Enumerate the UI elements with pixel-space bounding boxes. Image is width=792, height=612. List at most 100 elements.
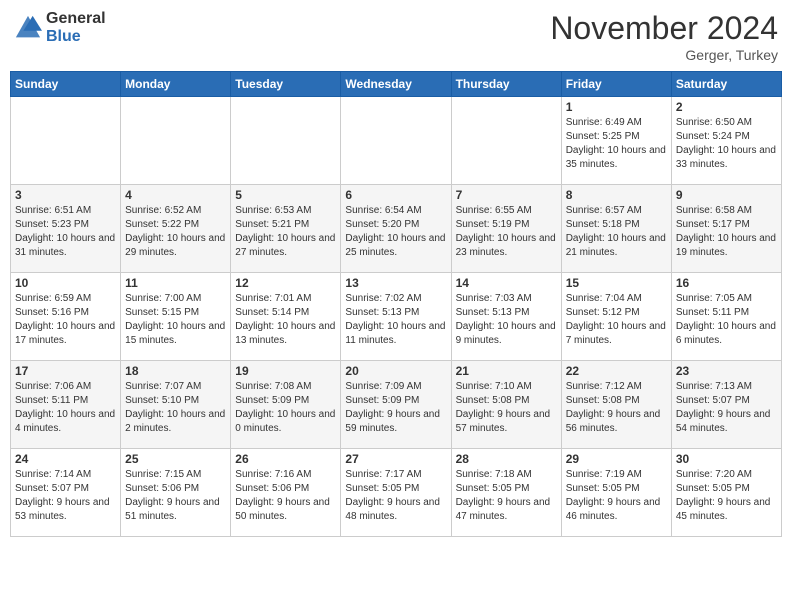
day-number: 30 [676,452,777,466]
table-row: 26 Sunrise: 7:16 AM Sunset: 5:06 PM Dayli… [231,449,341,537]
table-row: 19Sunrise: 7:08 AM Sunset: 5:09 PM Dayli… [231,361,341,449]
table-row: 27 Sunrise: 7:17 AM Sunset: 5:05 PM Dayli… [341,449,451,537]
day-info: Sunrise: 6:57 AM Sunset: 5:18 PM Dayligh… [566,204,667,260]
day-number: 13 [345,276,446,290]
calendar-header-row: Sunday Monday Tuesday Wednesday Thursday… [11,72,782,97]
day-info: Sunrise: 7:07 AM Sunset: 5:10 PM Dayligh… [125,380,226,436]
day-number: 14 [456,276,557,290]
day-info: Sunrise: 7:20 AM Sunset: 5:05 PM Dayligh… [676,468,777,524]
table-row: 16 Sunrise: 7:05 AM Sunset: 5:11 PM Dayli… [671,273,781,361]
table-row: 23Sunrise: 7:13 AM Sunset: 5:07 PM Dayli… [671,361,781,449]
day-number: 8 [566,188,667,202]
day-info: Sunrise: 6:58 AM Sunset: 5:17 PM Dayligh… [676,204,777,260]
location-title: Gerger, Turkey [550,47,778,63]
table-row: 28Sunrise: 7:18 AM Sunset: 5:05 PM Dayli… [451,449,561,537]
table-row: 29Sunrise: 7:19 AM Sunset: 5:05 PM Dayli… [561,449,671,537]
day-number: 11 [125,276,226,290]
day-number: 2 [676,100,777,114]
month-title: November 2024 [550,10,778,47]
table-row: 21 Sunrise: 7:10 AM Sunset: 5:08 PM Dayli… [451,361,561,449]
table-row: 30 Sunrise: 7:20 AM Sunset: 5:05 PM Dayli… [671,449,781,537]
table-row: 11 Sunrise: 7:00 AM Sunset: 5:15 PM Dayli… [121,273,231,361]
table-row: 24 Sunrise: 7:14 AM Sunset: 5:07 PM Dayli… [11,449,121,537]
day-number: 15 [566,276,667,290]
table-row: 7 Sunrise: 6:55 AM Sunset: 5:19 PM Daylig… [451,185,561,273]
day-info: Sunrise: 7:05 AM Sunset: 5:11 PM Dayligh… [676,292,777,348]
day-number: 16 [676,276,777,290]
day-info: Sunrise: 7:10 AM Sunset: 5:08 PM Dayligh… [456,380,557,436]
day-number: 21 [456,364,557,378]
calendar-week-row: 1Sunrise: 6:49 AM Sunset: 5:25 PM Daylig… [11,97,782,185]
table-row: 17Sunrise: 7:06 AM Sunset: 5:11 PM Dayli… [11,361,121,449]
table-row: 1Sunrise: 6:49 AM Sunset: 5:25 PM Daylig… [561,97,671,185]
day-number: 6 [345,188,446,202]
day-info: Sunrise: 6:59 AM Sunset: 5:16 PM Dayligh… [15,292,116,348]
day-info: Sunrise: 7:13 AM Sunset: 5:07 PM Dayligh… [676,380,777,436]
day-info: Sunrise: 6:54 AM Sunset: 5:20 PM Dayligh… [345,204,446,260]
table-row: 12 Sunrise: 7:01 AM Sunset: 5:14 PM Dayli… [231,273,341,361]
day-info: Sunrise: 7:00 AM Sunset: 5:15 PM Dayligh… [125,292,226,348]
day-info: Sunrise: 6:55 AM Sunset: 5:19 PM Dayligh… [456,204,557,260]
day-number: 26 [235,452,336,466]
table-row: 15 Sunrise: 7:04 AM Sunset: 5:12 PM Dayli… [561,273,671,361]
day-info: Sunrise: 7:02 AM Sunset: 5:13 PM Dayligh… [345,292,446,348]
col-sunday: Sunday [11,72,121,97]
calendar-week-row: 10 Sunrise: 6:59 AM Sunset: 5:16 PM Dayli… [11,273,782,361]
day-number: 1 [566,100,667,114]
day-number: 12 [235,276,336,290]
day-info: Sunrise: 7:16 AM Sunset: 5:06 PM Dayligh… [235,468,336,524]
day-number: 3 [15,188,116,202]
calendar-week-row: 3 Sunrise: 6:51 AM Sunset: 5:23 PM Daylig… [11,185,782,273]
calendar-table: Sunday Monday Tuesday Wednesday Thursday… [10,71,782,537]
day-info: Sunrise: 7:14 AM Sunset: 5:07 PM Dayligh… [15,468,116,524]
logo-general: General [46,10,106,28]
day-number: 20 [345,364,446,378]
day-number: 25 [125,452,226,466]
table-row: 6 Sunrise: 6:54 AM Sunset: 5:20 PM Daylig… [341,185,451,273]
day-number: 19 [235,364,336,378]
table-row: 3 Sunrise: 6:51 AM Sunset: 5:23 PM Daylig… [11,185,121,273]
table-row: 8 Sunrise: 6:57 AM Sunset: 5:18 PM Daylig… [561,185,671,273]
calendar-week-row: 17Sunrise: 7:06 AM Sunset: 5:11 PM Dayli… [11,361,782,449]
day-number: 4 [125,188,226,202]
col-friday: Friday [561,72,671,97]
calendar-week-row: 24 Sunrise: 7:14 AM Sunset: 5:07 PM Dayli… [11,449,782,537]
day-info: Sunrise: 7:04 AM Sunset: 5:12 PM Dayligh… [566,292,667,348]
col-thursday: Thursday [451,72,561,97]
day-number: 7 [456,188,557,202]
table-row: 4 Sunrise: 6:52 AM Sunset: 5:22 PM Daylig… [121,185,231,273]
logo-blue: Blue [46,28,106,46]
table-row [231,97,341,185]
day-info: Sunrise: 7:01 AM Sunset: 5:14 PM Dayligh… [235,292,336,348]
day-info: Sunrise: 6:52 AM Sunset: 5:22 PM Dayligh… [125,204,226,260]
day-info: Sunrise: 7:03 AM Sunset: 5:13 PM Dayligh… [456,292,557,348]
table-row [341,97,451,185]
logo-text: General Blue [46,10,106,45]
table-row: 2Sunrise: 6:50 AM Sunset: 5:24 PM Daylig… [671,97,781,185]
logo: General Blue [14,10,106,45]
day-info: Sunrise: 7:17 AM Sunset: 5:05 PM Dayligh… [345,468,446,524]
table-row [451,97,561,185]
day-number: 27 [345,452,446,466]
day-number: 10 [15,276,116,290]
col-wednesday: Wednesday [341,72,451,97]
day-info: Sunrise: 6:53 AM Sunset: 5:21 PM Dayligh… [235,204,336,260]
day-number: 24 [15,452,116,466]
day-number: 18 [125,364,226,378]
page-header: General Blue November 2024 Gerger, Turke… [10,10,782,63]
table-row: 5Sunrise: 6:53 AM Sunset: 5:21 PM Daylig… [231,185,341,273]
col-saturday: Saturday [671,72,781,97]
table-row: 14 Sunrise: 7:03 AM Sunset: 5:13 PM Dayli… [451,273,561,361]
day-info: Sunrise: 7:09 AM Sunset: 5:09 PM Dayligh… [345,380,446,436]
table-row: 10 Sunrise: 6:59 AM Sunset: 5:16 PM Dayli… [11,273,121,361]
table-row: 13 Sunrise: 7:02 AM Sunset: 5:13 PM Dayli… [341,273,451,361]
day-info: Sunrise: 7:15 AM Sunset: 5:06 PM Dayligh… [125,468,226,524]
day-number: 29 [566,452,667,466]
table-row: 20 Sunrise: 7:09 AM Sunset: 5:09 PM Dayli… [341,361,451,449]
day-info: Sunrise: 6:51 AM Sunset: 5:23 PM Dayligh… [15,204,116,260]
day-info: Sunrise: 7:12 AM Sunset: 5:08 PM Dayligh… [566,380,667,436]
day-info: Sunrise: 7:18 AM Sunset: 5:05 PM Dayligh… [456,468,557,524]
col-monday: Monday [121,72,231,97]
table-row: 9Sunrise: 6:58 AM Sunset: 5:17 PM Daylig… [671,185,781,273]
table-row [121,97,231,185]
